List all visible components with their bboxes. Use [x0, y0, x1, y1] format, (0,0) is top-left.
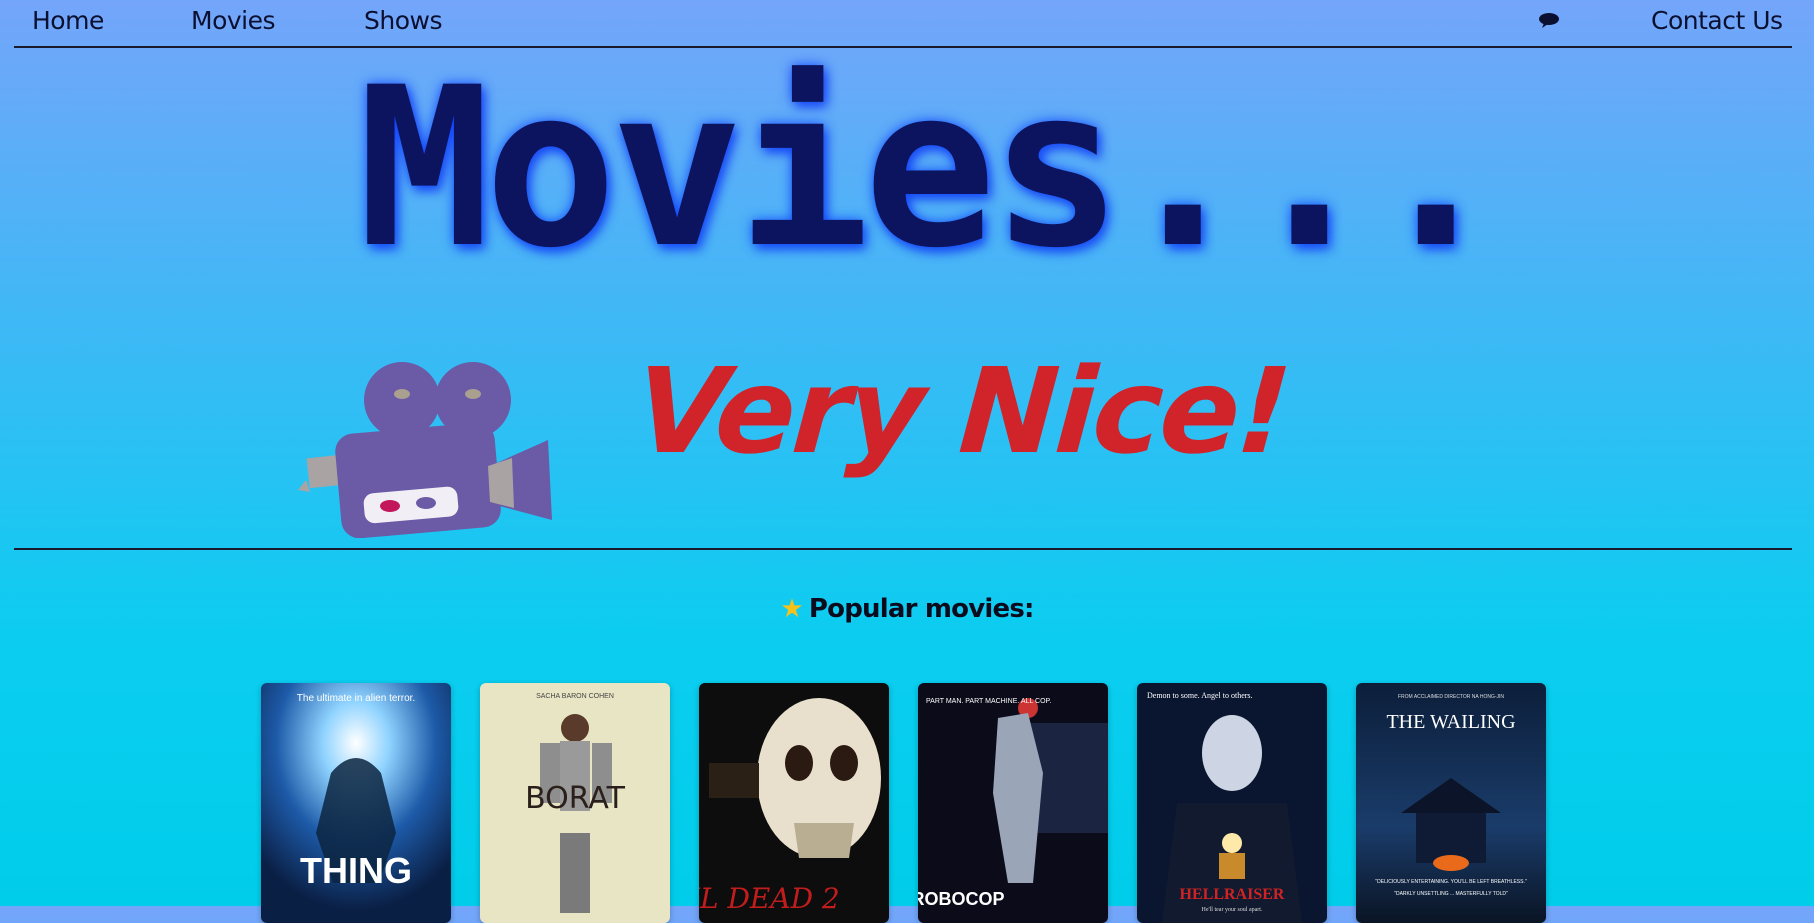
poster-robocop-tagline: PART MAN. PART MACHINE. ALL COP. [926, 698, 1051, 705]
poster-hellraiser-tagline: Demon to some. Angel to others. [1147, 691, 1253, 700]
popular-movies-heading: ★ Popular movies: [0, 594, 1814, 624]
poster-wailing-title: THE WAILING [1386, 711, 1515, 733]
poster-thing-title: THING [300, 850, 412, 891]
poster-borat-title: BORAT [525, 781, 625, 816]
poster-hellraiser-subtitle: He'll tear your soul apart. [1202, 907, 1263, 913]
speech-bubble-icon[interactable] [1536, 10, 1562, 30]
poster-hellraiser[interactable]: Demon to some. Angel to others. HELLRAIS… [1137, 683, 1327, 923]
poster-wailing-quote2: "DARKLY UNSETTLING ... MASTERFULLY TOLD" [1394, 891, 1508, 897]
section-divider [14, 548, 1792, 550]
poster-hellraiser-title: HELLRAISER [1180, 886, 1285, 903]
poster-the-wailing[interactable]: FROM ACCLAIMED DIRECTOR NA HONG-JIN THE … [1356, 683, 1546, 923]
nav-movies-link[interactable]: Movies [191, 6, 276, 35]
poster-robocop-title: ROBOCOP [918, 889, 1005, 909]
poster-thing-tagline: The ultimate in alien terror. [297, 693, 415, 704]
star-icon: ★ [780, 594, 803, 624]
poster-borat-header: SACHA BARON COHEN [536, 693, 614, 700]
poster-wailing-header: FROM ACCLAIMED DIRECTOR NA HONG-JIN [1398, 694, 1504, 700]
nav-shows-link[interactable]: Shows [364, 6, 442, 35]
poster-the-thing[interactable]: The ultimate in alien terror. THING [261, 683, 451, 923]
poster-robocop[interactable]: PART MAN. PART MACHINE. ALL COP. ROBOCOP [918, 683, 1108, 923]
nav-contact-link[interactable]: Contact Us [1651, 6, 1783, 35]
poster-evil-dead-title: EVIL DEAD 2 [699, 882, 840, 915]
hero-tagline: Very Nice! [631, 342, 1293, 480]
popular-heading-text: Popular movies: [808, 594, 1035, 624]
poster-wailing-quote1: "DELICIOUSLY ENTERTAINING. YOU'LL BE LEF… [1375, 879, 1526, 885]
movie-camera-icon [298, 362, 552, 538]
hero-title: Movies... [358, 40, 1502, 296]
poster-borat[interactable]: SACHA BARON COHEN BORAT [480, 683, 670, 923]
poster-evil-dead-2[interactable]: EVIL DEAD 2 [699, 683, 889, 923]
nav-home-link[interactable]: Home [32, 6, 104, 35]
